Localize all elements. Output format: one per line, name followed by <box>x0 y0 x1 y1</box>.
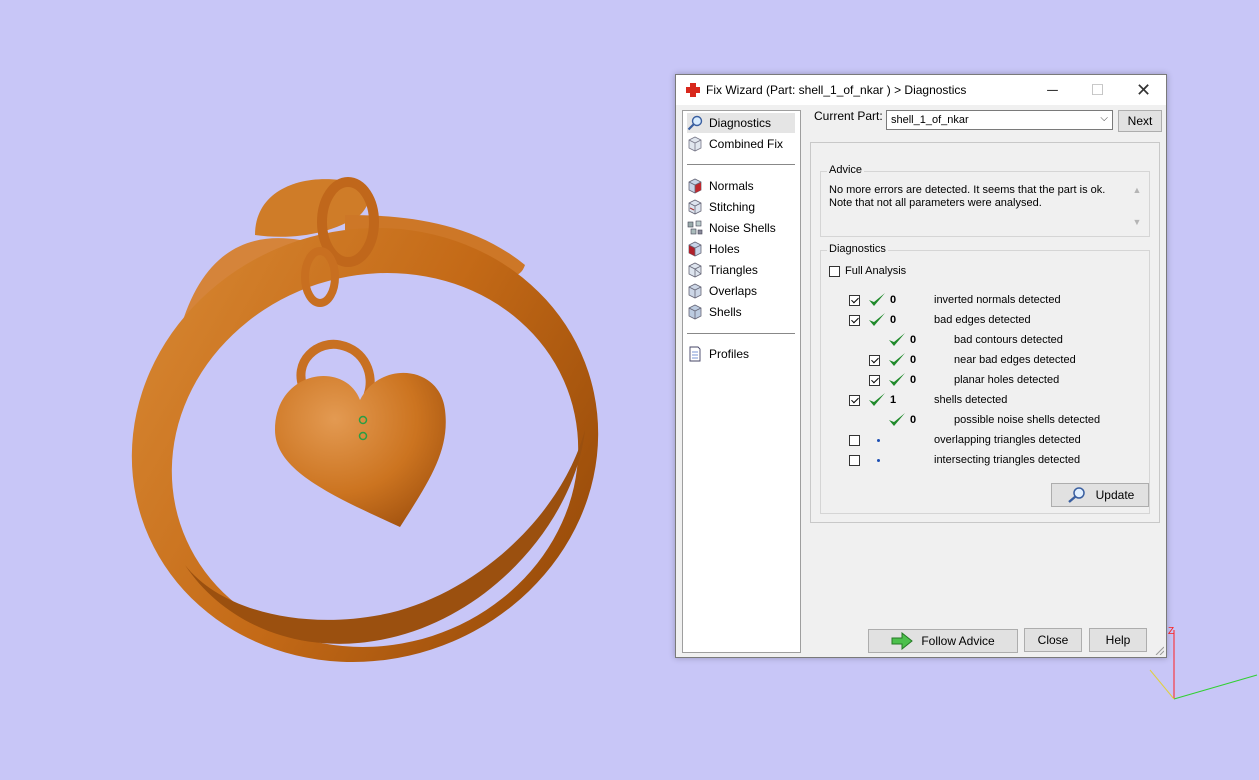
advice-group: Advice No more errors are detected. It s… <box>820 164 1150 237</box>
help-button[interactable]: Help <box>1089 628 1147 652</box>
diagnostic-checkbox[interactable] <box>849 435 860 446</box>
noise-shells-icon <box>687 220 703 235</box>
current-part-label: Current Part: <box>814 109 883 123</box>
diagnostic-checkbox[interactable] <box>849 295 860 306</box>
title-bar[interactable]: Fix Wizard (Part: shell_1_of_nkar ) > Di… <box>676 75 1166 105</box>
diagnostic-checkbox[interactable] <box>849 455 860 466</box>
green-check-icon <box>869 293 885 306</box>
nav-label: Profiles <box>709 347 750 361</box>
nav-label: Overlaps <box>709 284 758 298</box>
diagnostic-label: shells detected <box>934 394 1008 406</box>
nav-label: Noise Shells <box>709 221 776 235</box>
nav-item-stitching[interactable]: Stitching <box>687 197 755 217</box>
magnifier-icon <box>1067 487 1085 503</box>
diagnostic-checkbox[interactable] <box>849 395 860 406</box>
green-check-icon <box>889 353 905 366</box>
overlaps-cube-icon <box>688 283 702 299</box>
holes-cube-icon <box>688 241 702 257</box>
full-analysis-label: Full Analysis <box>845 265 907 277</box>
nav-item-overlaps[interactable]: Overlaps <box>687 281 757 301</box>
update-button[interactable]: Update <box>1051 483 1149 507</box>
nav-item-profiles[interactable]: Profiles <box>687 344 749 364</box>
red-cross-icon <box>686 83 700 97</box>
full-analysis-checkbox[interactable] <box>829 266 840 277</box>
nav-item-holes[interactable]: Holes <box>687 239 740 259</box>
diagnostic-label: inverted normals detected <box>934 294 1061 306</box>
green-check-icon <box>889 413 905 426</box>
status-dot-icon <box>877 459 880 462</box>
next-button[interactable]: Next <box>1118 110 1162 132</box>
nav-item-diagnostics[interactable]: Diagnostics <box>687 113 795 133</box>
close-window-button[interactable]: ✕ <box>1121 75 1166 105</box>
document-icon <box>689 346 701 362</box>
diagnostic-count: 0 <box>910 414 917 426</box>
diagnostic-label: possible noise shells detected <box>954 414 1101 426</box>
nav-label: Shells <box>709 305 742 319</box>
green-check-icon <box>869 313 885 326</box>
minimize-button[interactable]: ─ <box>1030 75 1075 105</box>
dialog-title: Fix Wizard (Part: shell_1_of_nkar ) > Di… <box>706 83 967 97</box>
diagnostics-title: Diagnostics <box>827 243 888 255</box>
diagnostic-count: 0 <box>890 314 897 326</box>
nav-divider <box>687 333 795 334</box>
advice-text: No more errors are detected. It seems th… <box>829 184 1119 210</box>
advice-line: No more errors are detected. It seems th… <box>829 184 1106 196</box>
green-arrow-icon <box>891 632 914 650</box>
follow-advice-label: Follow Advice <box>921 634 995 648</box>
axis-z-label: Z <box>1168 626 1174 637</box>
green-check-icon <box>889 373 905 386</box>
nav-label: Holes <box>709 242 740 256</box>
shells-cube-icon <box>688 304 702 320</box>
diagnostic-count: 0 <box>890 294 897 306</box>
fix-wizard-dialog: Fix Wizard (Part: shell_1_of_nkar ) > Di… <box>675 74 1167 658</box>
nav-label: Combined Fix <box>709 137 784 151</box>
nav-item-combined-fix[interactable]: Combined Fix <box>687 134 783 154</box>
status-dot-icon <box>877 439 880 442</box>
advice-scrollbar[interactable]: ▲ ▼ <box>1131 182 1143 232</box>
diagnostic-count: 0 <box>910 354 917 366</box>
nav-item-normals[interactable]: Normals <box>687 176 754 196</box>
maximize-button[interactable]: ☐ <box>1075 75 1120 105</box>
current-part-select[interactable]: shell_1_of_nkar ⌵ <box>886 110 1113 130</box>
diagnostic-label: near bad edges detected <box>954 354 1076 366</box>
diagnostic-count: 0 <box>910 374 917 386</box>
green-check-icon <box>869 393 885 406</box>
diagnostic-label: intersecting triangles detected <box>934 454 1081 466</box>
diagnostic-checkbox[interactable] <box>849 315 860 326</box>
diagnostic-label: planar holes detected <box>954 374 1060 386</box>
diagnostic-label: bad contours detected <box>954 334 1063 346</box>
diagnostic-count: 0 <box>910 334 917 346</box>
close-button[interactable]: Close <box>1024 628 1082 652</box>
nav-item-triangles[interactable]: Triangles <box>687 260 758 280</box>
diagnostic-label: overlapping triangles detected <box>934 434 1081 446</box>
nav-label: Stitching <box>709 200 756 214</box>
diagnostic-checkbox[interactable] <box>869 355 880 366</box>
diagnostic-checkbox[interactable] <box>869 375 880 386</box>
follow-advice-button[interactable]: Follow Advice <box>868 629 1018 653</box>
cube-icon <box>688 136 702 152</box>
green-check-icon <box>889 333 905 346</box>
update-label: Update <box>1095 488 1135 502</box>
diagnostics-panel: Advice No more errors are detected. It s… <box>810 142 1160 523</box>
nav-label: Normals <box>709 179 754 193</box>
nav-item-shells[interactable]: Shells <box>687 302 742 322</box>
stitching-cube-icon <box>688 199 702 215</box>
advice-title: Advice <box>827 164 865 176</box>
nav-divider <box>687 164 795 165</box>
wizard-nav: Diagnostics Combined Fix Normals Stitchi… <box>682 110 801 653</box>
magnifier-icon <box>687 115 703 131</box>
advice-line: Note that not all parameters were analys… <box>829 197 1042 209</box>
current-part-value: shell_1_of_nkar <box>891 114 969 126</box>
nav-label: Triangles <box>709 263 758 277</box>
nav-label: Diagnostics <box>709 116 772 130</box>
diagnostic-label: bad edges detected <box>934 314 1031 326</box>
chevron-down-icon: ⌵ <box>1100 113 1108 124</box>
nav-item-noise-shells[interactable]: Noise Shells <box>687 218 776 238</box>
diagnostics-group: Diagnostics Full Analysis 0 inverted norma… <box>820 243 1150 514</box>
normals-cube-icon <box>688 178 702 194</box>
resize-grip-icon[interactable] <box>1154 645 1164 655</box>
diagnostic-count: 1 <box>890 394 897 406</box>
triangles-cube-icon <box>688 262 702 278</box>
